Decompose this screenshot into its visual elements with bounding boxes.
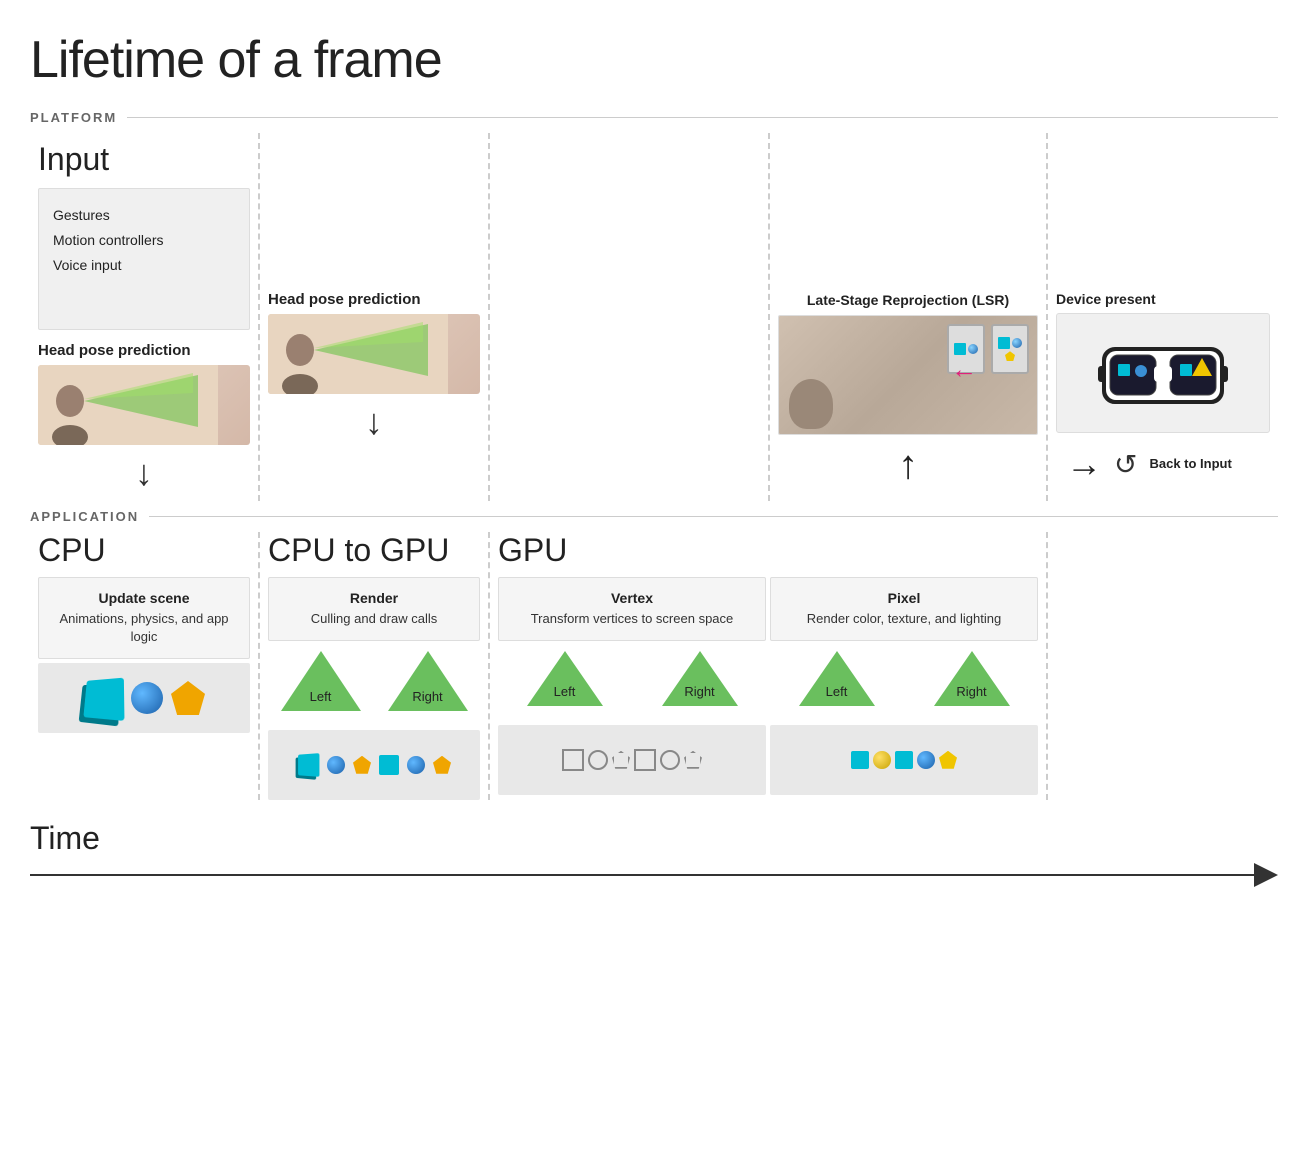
head-pose-svg-2	[268, 314, 448, 394]
pixel-right-label: Right	[956, 684, 986, 699]
platform-col-input: Input Gestures Motion controllers Voice …	[30, 133, 260, 501]
time-section: Time	[30, 820, 1278, 897]
page-title: Lifetime of a frame	[30, 30, 1278, 90]
platform-col-gpu-empty	[490, 133, 770, 501]
head-pose-label-1: Head pose prediction	[38, 342, 250, 359]
gpu-inner: Vertex Transform vertices to screen spac…	[490, 577, 1046, 795]
render-gem2	[433, 756, 451, 774]
pixel-box: Pixel Render color, texture, and lightin…	[770, 577, 1038, 641]
pixel-objects-row	[770, 725, 1038, 795]
app-col-gpu: GPU Vertex Transform vertices to screen …	[490, 532, 1048, 800]
lsr-title: Late-Stage Reprojection (LSR)	[778, 291, 1038, 309]
input-title: Input	[38, 141, 250, 178]
cpu-sphere	[131, 682, 163, 714]
render-gem	[353, 756, 371, 774]
arrow-right-icon: →	[1066, 443, 1102, 485]
pixel-teal-cube2	[895, 751, 913, 769]
platform-col-headpose2: Head pose prediction ↓	[260, 133, 490, 501]
lsr-box: ←	[778, 315, 1038, 435]
render-sphere2	[407, 756, 425, 774]
vertex-title: Vertex	[511, 590, 753, 606]
time-arrowhead	[1254, 863, 1278, 887]
input-item-motion: Motion controllers	[53, 228, 235, 253]
vertex-triangles: Left Right	[498, 651, 766, 721]
panel-2	[991, 324, 1029, 374]
vertex-wf-sphere2	[660, 750, 680, 770]
back-to-input-label: Back to Input	[1149, 456, 1231, 473]
input-item-gestures: Gestures	[53, 203, 235, 228]
vertex-wf-cube1	[562, 749, 584, 771]
device-box	[1056, 313, 1270, 433]
vertex-wf-gem1	[612, 751, 630, 769]
pixel-teal-cube1	[851, 751, 869, 769]
app-col-cpu-gpu: CPU to GPU Render Culling and draw calls…	[260, 532, 490, 800]
cpu-cube	[83, 678, 124, 721]
render-box: Render Culling and draw calls	[268, 577, 480, 641]
render-title: Render	[281, 590, 467, 606]
pixel-triangles: Left Right	[770, 651, 1038, 721]
render-teal-cube	[379, 755, 399, 775]
render-left-label: Left	[310, 689, 332, 704]
app-col-cpu: CPU Update scene Animations, physics, an…	[30, 532, 260, 800]
pixel-yellow-gem	[939, 751, 957, 769]
lsr-inner: ←	[779, 316, 1037, 434]
platform-col-lsr: Late-Stage Reprojection (LSR)	[770, 133, 1048, 501]
application-section-label: APPLICATION	[30, 509, 1278, 524]
gpu-vertex-col: Vertex Transform vertices to screen spac…	[498, 577, 766, 795]
vertex-box: Vertex Transform vertices to screen spac…	[498, 577, 766, 641]
platform-col-device: Device present	[1048, 133, 1278, 501]
render-objects-row	[268, 730, 480, 800]
pixel-yellow-sphere	[873, 751, 891, 769]
arrow-down-2: ↓	[268, 404, 480, 440]
device-title: Device present	[1056, 291, 1270, 307]
update-scene-title: Update scene	[51, 590, 237, 606]
application-row: CPU Update scene Animations, physics, an…	[30, 532, 1278, 800]
input-item-voice: Voice input	[53, 253, 235, 278]
time-label: Time	[30, 820, 1278, 857]
update-scene-desc: Animations, physics, and app logic	[51, 610, 237, 646]
vertex-desc: Transform vertices to screen space	[511, 610, 753, 628]
vertex-wf-cube2	[634, 749, 656, 771]
cpu-gem	[171, 681, 205, 715]
render-triangles: Left Right	[268, 651, 480, 726]
update-scene-box: Update scene Animations, physics, and ap…	[38, 577, 250, 659]
vertex-left-label: Left	[554, 684, 576, 699]
refresh-icon: ↺	[1114, 448, 1137, 481]
head-pose-img-2	[268, 314, 480, 394]
vertex-objects-row	[498, 725, 766, 795]
cpu-to-gpu-title: CPU to GPU	[268, 532, 480, 569]
gpu-pixel-col: Pixel Render color, texture, and lightin…	[770, 577, 1038, 795]
vr-goggles-svg	[1098, 328, 1228, 418]
platform-section-label: PLATFORM	[30, 110, 1278, 125]
cpu-title: CPU	[38, 532, 250, 569]
arrow-down-1: ↓	[38, 455, 250, 491]
gpu-title: GPU	[498, 532, 1038, 569]
pixel-title: Pixel	[783, 590, 1025, 606]
pixel-blue-sphere	[917, 751, 935, 769]
pink-arrow: ←	[951, 354, 977, 385]
vertex-right-label: Right	[684, 684, 714, 699]
render-sphere	[327, 756, 345, 774]
head-pose-img-1	[38, 365, 250, 445]
arrow-up-lsr: ↑	[778, 443, 1038, 488]
vertex-wf-gem2	[684, 751, 702, 769]
render-desc: Culling and draw calls	[281, 610, 467, 628]
pixel-desc: Render color, texture, and lighting	[783, 610, 1025, 628]
head-pose-svg-1	[38, 365, 218, 445]
head-pose-label-2: Head pose prediction	[268, 291, 480, 308]
cpu-objects-row	[38, 663, 250, 733]
back-to-input-row: → ↺ Back to Input	[1056, 443, 1270, 485]
pixel-left-label: Left	[826, 684, 848, 699]
render-right-label: Right	[412, 689, 442, 704]
time-line	[30, 874, 1254, 876]
time-arrow-row	[30, 863, 1278, 887]
app-col-empty	[1048, 532, 1278, 800]
render-cube	[298, 753, 319, 777]
input-box: Gestures Motion controllers Voice input	[38, 188, 250, 330]
vertex-wf-sphere1	[588, 750, 608, 770]
